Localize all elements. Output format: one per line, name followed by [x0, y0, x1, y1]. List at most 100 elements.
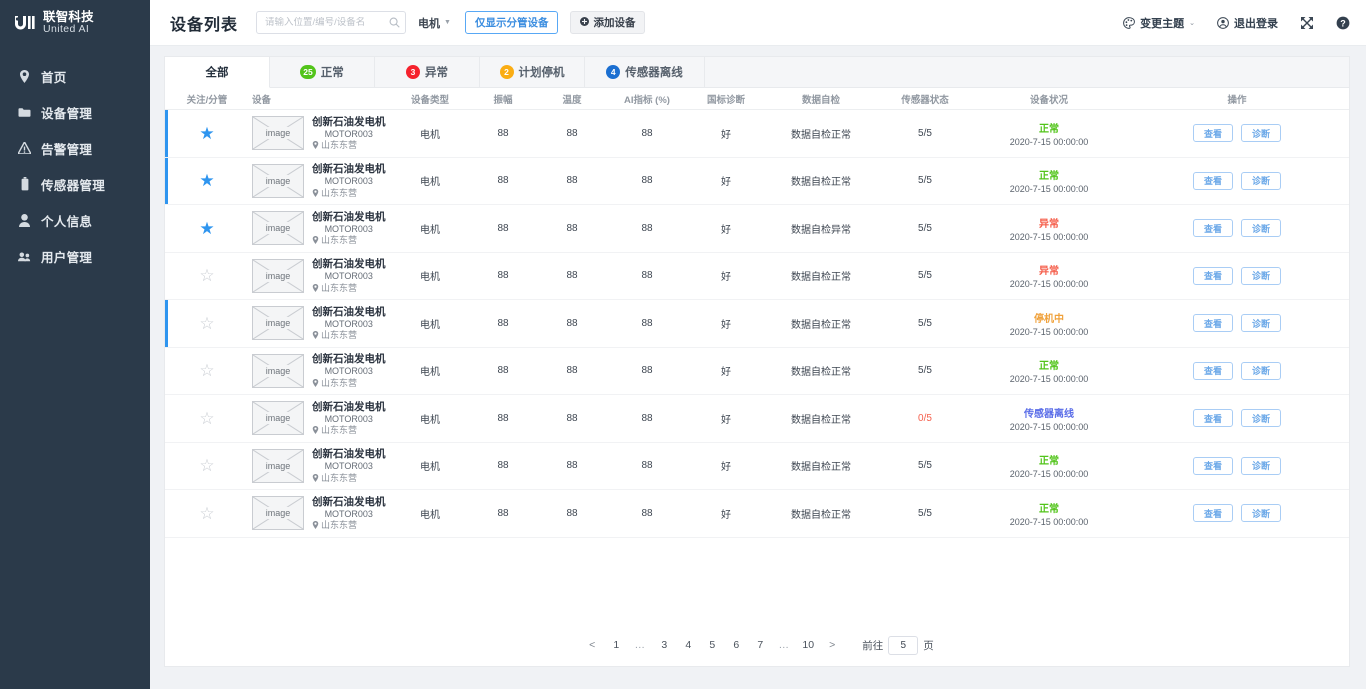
pagination-page[interactable]: 6: [724, 634, 748, 656]
table-row[interactable]: ☆ image 创新石油发电机 MOTOR003 山东东营 电机 88 88 88 好 数据自检正常…: [165, 300, 1349, 348]
table-row[interactable]: ☆ image 创新石油发电机 MOTOR003 山东东营 电机 88 88 88 好 数据自检正常…: [165, 395, 1349, 443]
pagination-page[interactable]: 1: [604, 634, 628, 656]
diagnose-button[interactable]: 诊断: [1241, 409, 1281, 428]
favorite-star-icon[interactable]: ☆: [199, 362, 214, 379]
tabs-filler: [705, 57, 1349, 87]
show-managed-only-button[interactable]: 仅显示分管设备: [464, 11, 559, 34]
pagination-page[interactable]: 10: [796, 634, 820, 656]
main-area: 设备列表 电机 ▼ 仅显示分管设备 添加设备: [150, 0, 1366, 689]
diagnose-button[interactable]: 诊断: [1241, 314, 1281, 333]
pagination-next[interactable]: >: [820, 634, 844, 656]
device-location: 山东东营: [312, 330, 386, 340]
table-row[interactable]: ☆ image 创新石油发电机 MOTOR003 山东东营 电机 88 88 88 好 数据自检正常…: [165, 348, 1349, 395]
view-button[interactable]: 查看: [1193, 266, 1233, 285]
diagnose-button[interactable]: 诊断: [1241, 219, 1281, 238]
add-device-button[interactable]: 添加设备: [570, 11, 646, 34]
user-circle-icon: [1217, 16, 1229, 29]
column-header-device-type: 设备类型: [410, 94, 449, 106]
thumbnail-label: image: [263, 174, 293, 187]
view-button[interactable]: 查看: [1193, 219, 1233, 238]
device-type-select[interactable]: 电机 ▼: [416, 11, 453, 34]
pagination-page[interactable]: 4: [676, 634, 700, 656]
device-code: MOTOR003: [324, 128, 373, 139]
status-timestamp: 2020-7-15 00:00:00: [1009, 279, 1089, 290]
column-header-device-status: 设备状况: [1029, 94, 1068, 106]
diagnose-button[interactable]: 诊断: [1241, 124, 1281, 143]
warning-triangle-icon: [18, 141, 31, 155]
table-row[interactable]: ☆ image 创新石油发电机 MOTOR003 山东东营 电机 88 88 88 好 数据自检正常…: [165, 490, 1349, 538]
diagnose-button[interactable]: 诊断: [1241, 456, 1281, 475]
device-thumbnail: image: [252, 448, 304, 483]
sidebar-item-home[interactable]: 首页: [0, 58, 150, 94]
cell-device-type: 电机: [420, 509, 440, 521]
table-row[interactable]: ★ image 创新石油发电机 MOTOR003 山东东营 电机 88 88 88 好 数据自检异常…: [165, 205, 1349, 253]
sidebar-item-profile[interactable]: 个人信息: [0, 202, 150, 238]
view-button[interactable]: 查看: [1193, 504, 1233, 523]
search-icon[interactable]: [389, 17, 400, 28]
fullscreen-expand-icon[interactable]: [1300, 16, 1314, 30]
table-row[interactable]: ☆ image 创新石油发电机 MOTOR003 山东东营 电机 88 88 88 好 数据自检正常…: [165, 443, 1349, 490]
sidebar-item-device-management[interactable]: 设备管理: [0, 94, 150, 130]
favorite-star-icon[interactable]: ☆: [199, 410, 214, 427]
favorite-star-icon[interactable]: ☆: [199, 505, 214, 522]
view-button[interactable]: 查看: [1193, 124, 1233, 143]
diagnose-button[interactable]: 诊断: [1241, 171, 1281, 190]
favorite-star-icon[interactable]: ☆: [199, 457, 214, 474]
tab-badge: 4: [606, 65, 621, 79]
location-pin-icon: [312, 473, 319, 482]
cell-sensor-state: 5/5: [918, 507, 932, 519]
pagination-page[interactable]: 7: [748, 634, 772, 656]
sidebar-item-user-management[interactable]: 用户管理: [0, 238, 150, 274]
cell-self-check: 数据自检正常: [791, 367, 851, 379]
table-row[interactable]: ★ image 创新石油发电机 MOTOR003 山东东营 电机 88 88 88 好 数据自检正常…: [165, 157, 1349, 205]
favorite-star-icon[interactable]: ★: [199, 172, 214, 189]
question-circle-icon[interactable]: ?: [1336, 16, 1350, 30]
view-button[interactable]: 查看: [1193, 361, 1233, 380]
diagnose-button[interactable]: 诊断: [1241, 266, 1281, 285]
favorite-star-icon[interactable]: ☆: [199, 267, 214, 284]
pagination-page[interactable]: 5: [700, 634, 724, 656]
tab-all[interactable]: 全部: [165, 57, 270, 88]
device-location: 山东东营: [312, 140, 386, 150]
goto-suffix: 页: [923, 639, 934, 652]
tab-sensor-offline[interactable]: 4 传感器离线: [585, 57, 705, 87]
pagination-prev[interactable]: <: [580, 634, 604, 656]
view-button[interactable]: 查看: [1193, 456, 1233, 475]
sidebar-item-sensor-management[interactable]: 传感器管理: [0, 166, 150, 202]
cell-sensor-state: 5/5: [918, 222, 932, 234]
search-input[interactable]: [265, 17, 390, 28]
status-timestamp: 2020-7-15 00:00:00: [1009, 136, 1089, 147]
logout-button[interactable]: 退出登录: [1217, 15, 1278, 31]
goto-page-input[interactable]: [888, 635, 919, 655]
view-button[interactable]: 查看: [1193, 171, 1233, 190]
location-pin-icon: [312, 141, 319, 150]
change-theme-button[interactable]: 变更主题 ⌄: [1123, 15, 1195, 31]
sidebar-item-alarm-management[interactable]: 告警管理: [0, 130, 150, 166]
view-button[interactable]: 查看: [1193, 314, 1233, 333]
table-row[interactable]: ☆ image 创新石油发电机 MOTOR003 山东东营 电机 88 88 88 好 数据自检正常…: [165, 253, 1349, 300]
favorite-star-icon[interactable]: ★: [199, 125, 214, 142]
device-location: 山东东营: [312, 235, 386, 245]
tab-normal[interactable]: 25 正常: [270, 57, 375, 87]
pagination-goto: 前往 页: [862, 635, 934, 655]
search-box[interactable]: [256, 11, 407, 34]
cell-gb-diagnosis: 好: [721, 509, 731, 521]
favorite-star-icon[interactable]: ☆: [199, 315, 214, 332]
diagnose-button[interactable]: 诊断: [1241, 361, 1281, 380]
diagnose-button[interactable]: 诊断: [1241, 504, 1281, 523]
favorite-star-icon[interactable]: ★: [199, 220, 214, 237]
pagination-page[interactable]: 3: [652, 634, 676, 656]
cell-gb-diagnosis: 好: [721, 224, 731, 236]
view-button[interactable]: 查看: [1193, 409, 1233, 428]
status-timestamp: 2020-7-15 00:00:00: [1009, 469, 1089, 480]
goto-prefix: 前往: [862, 639, 884, 652]
thumbnail-label: image: [263, 364, 293, 377]
tab-abnormal[interactable]: 3 异常: [375, 57, 480, 87]
brand-logo[interactable]: 联智科技 United AI: [0, 0, 150, 46]
table-row[interactable]: ★ image 创新石油发电机 MOTOR003 山东东营 电机 88 88 88 好 数据自检正常…: [165, 110, 1349, 158]
device-location: 山东东营: [312, 425, 386, 435]
tab-label: 异常: [425, 67, 448, 79]
cell-self-check: 数据自检正常: [791, 177, 851, 189]
location-pin-icon: [312, 236, 319, 245]
tab-planned-shutdown[interactable]: 2 计划停机: [480, 57, 585, 87]
